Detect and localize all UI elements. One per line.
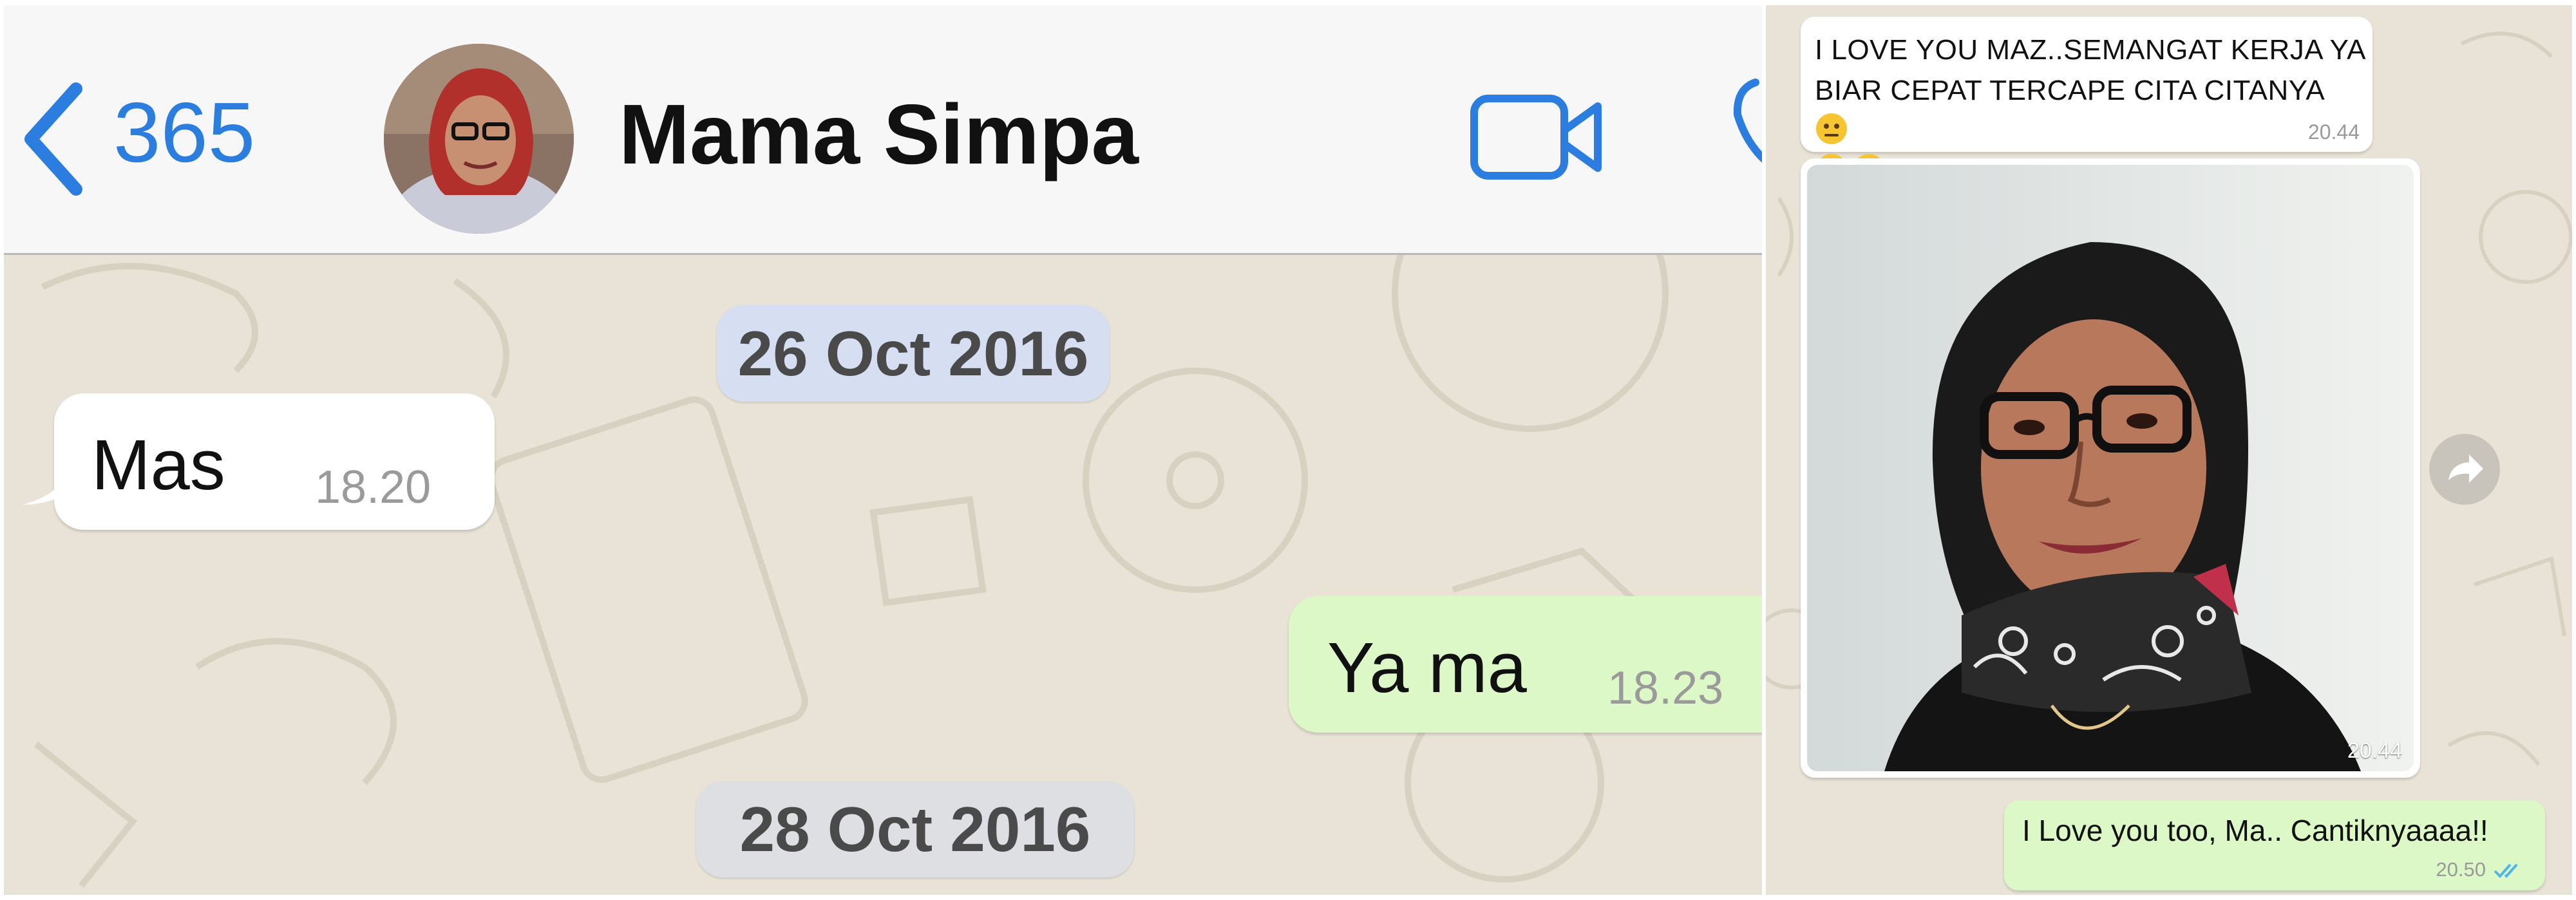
date-separator: 28 Oct 2016 bbox=[696, 781, 1134, 877]
chat-header: 365 Mama Simpa bbox=[4, 5, 1762, 255]
back-button-unread-count[interactable]: 365 bbox=[113, 90, 255, 175]
phone-call-icon[interactable] bbox=[1730, 76, 1762, 179]
contact-avatar[interactable] bbox=[384, 44, 574, 234]
message-text: Mas bbox=[91, 426, 225, 505]
bubble-tail bbox=[22, 469, 67, 505]
message-timestamp: 20.44 bbox=[2307, 120, 2360, 144]
contact-name[interactable]: Mama Simpa bbox=[619, 92, 1139, 177]
outgoing-message-bubble[interactable]: Ya ma 18.23 bbox=[1289, 596, 1762, 733]
message-timestamp: 18.20 bbox=[315, 462, 431, 513]
video-call-icon[interactable] bbox=[1469, 92, 1604, 182]
incoming-photo-message[interactable]: 20.44 bbox=[1801, 158, 2420, 778]
message-text: I LOVE YOU MAZ..SEMANGAT KERJA YA BIAR C… bbox=[1815, 34, 2365, 106]
back-chevron-icon[interactable] bbox=[17, 81, 88, 197]
outgoing-message-bubble[interactable]: I Love you too, Ma.. Cantiknyaaaa!! 20.5… bbox=[2004, 800, 2545, 890]
photo-attachment[interactable] bbox=[1807, 165, 2414, 771]
neutral-face-emoji-icon bbox=[1816, 113, 1847, 144]
photo-timestamp: 20.44 bbox=[2347, 738, 2402, 763]
message-timestamp: 18.23 bbox=[1607, 662, 1724, 714]
chat-screen-left: 365 Mama Simpa 26 Oct 2016 Mas 18.20 Ya … bbox=[4, 5, 1762, 895]
incoming-message-bubble[interactable]: I LOVE YOU MAZ..SEMANGAT KERJA YA BIAR C… bbox=[1801, 17, 2372, 185]
forward-button[interactable] bbox=[2429, 434, 2500, 505]
incoming-message-bubble[interactable]: Mas 18.20 bbox=[22, 393, 495, 530]
message-text: I Love you too, Ma.. Cantiknyaaaa!! bbox=[2022, 814, 2488, 847]
message-timestamp: 20.50 bbox=[2436, 858, 2486, 881]
forward-arrow-icon bbox=[2448, 455, 2483, 483]
message-text: Ya ma bbox=[1327, 628, 1527, 708]
read-receipt-ticks-icon bbox=[2494, 863, 2518, 878]
message-list[interactable]: I LOVE YOU MAZ..SEMANGAT KERJA YA BIAR C… bbox=[1766, 5, 2572, 895]
date-separator: 26 Oct 2016 bbox=[717, 305, 1110, 402]
message-list[interactable]: 26 Oct 2016 Mas 18.20 Ya ma 18.23 28 Oct… bbox=[4, 255, 1762, 895]
chat-screen-right: I LOVE YOU MAZ..SEMANGAT KERJA YA BIAR C… bbox=[1766, 5, 2572, 895]
